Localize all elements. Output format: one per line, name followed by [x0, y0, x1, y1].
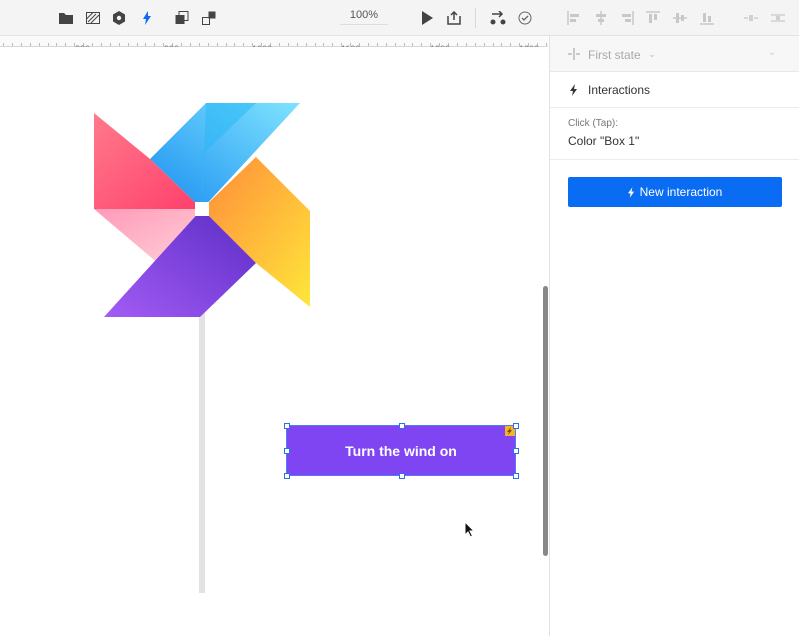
selection-handle[interactable]	[513, 423, 519, 429]
ruler-tick	[323, 43, 325, 46]
ruler-tick	[243, 43, 245, 46]
toolbar-divider	[475, 8, 476, 28]
canvas-scrollbar[interactable]	[543, 286, 548, 556]
interaction-bolt-icon[interactable]	[139, 10, 155, 26]
group-icon[interactable]	[201, 10, 217, 26]
ruler-tick	[305, 43, 307, 46]
selection-handle[interactable]	[399, 473, 405, 479]
ruler-tick	[545, 43, 547, 46]
selection-handle[interactable]	[284, 423, 290, 429]
ruler-tick	[465, 43, 467, 46]
flow-icon[interactable]	[490, 10, 506, 26]
share-icon[interactable]	[446, 10, 462, 26]
ruler-tick	[216, 43, 218, 46]
duplicate-icon[interactable]	[174, 10, 190, 26]
mouse-cursor-icon	[464, 521, 476, 538]
ruler-tick	[136, 43, 138, 46]
ruler-tick	[29, 43, 31, 46]
ruler-tick	[189, 43, 191, 46]
ruler-tick	[154, 43, 156, 46]
selection-handle[interactable]	[284, 448, 290, 454]
ruler-tick	[56, 43, 58, 46]
new-interaction-label: New interaction	[639, 185, 723, 199]
ruler-tick	[92, 43, 93, 46]
selection-handle[interactable]	[513, 473, 519, 479]
pinwheel-hub	[195, 202, 209, 216]
ruler-tick	[100, 43, 102, 46]
state-label: First state	[588, 48, 641, 62]
ruler-tick	[278, 43, 280, 46]
interactions-header: Interactions	[550, 72, 799, 108]
state-selector[interactable]: First state ⌄ ⌄	[550, 36, 799, 72]
ruler-tick	[109, 43, 111, 46]
ruler-tick	[145, 43, 147, 46]
distribute-h-icon[interactable]	[743, 10, 759, 26]
align-right-icon[interactable]	[619, 10, 635, 26]
ruler-tick	[492, 43, 494, 46]
ruler-tick	[198, 43, 200, 46]
align-top-icon[interactable]	[645, 10, 661, 26]
bolt-icon	[627, 186, 634, 198]
turn-wind-on-label: Turn the wind on	[345, 442, 457, 459]
ruler-tick	[314, 43, 316, 46]
ruler-tick	[403, 43, 405, 46]
zoom-level[interactable]: 100%	[340, 9, 388, 25]
check-circle-icon[interactable]	[517, 10, 533, 26]
ruler-tick	[118, 43, 120, 46]
toolbar: 100%	[0, 0, 799, 36]
ruler-tick	[225, 43, 227, 46]
ruler-tick	[412, 43, 414, 46]
ruler-tick	[376, 43, 378, 46]
align-bottom-icon[interactable]	[699, 10, 715, 26]
bolt-icon	[570, 84, 577, 96]
align-left-icon[interactable]	[566, 10, 582, 26]
layers-icon[interactable]	[85, 10, 101, 26]
selection-handle[interactable]	[513, 448, 519, 454]
ruler-tick	[456, 43, 458, 46]
ruler-tick	[367, 43, 369, 46]
interaction-item[interactable]: Click (Tap): Color "Box 1"	[550, 108, 799, 160]
selection-handle[interactable]	[284, 473, 290, 479]
component-icon[interactable]	[111, 10, 127, 26]
ruler-tick	[385, 43, 387, 46]
ruler-tick	[127, 43, 129, 46]
turn-wind-on-button[interactable]: Turn the wind on	[286, 425, 516, 476]
interactions-title: Interactions	[588, 83, 651, 97]
ruler-tick	[483, 43, 485, 46]
ruler-tick	[38, 43, 40, 46]
align-middle-icon[interactable]	[672, 10, 688, 26]
new-interaction-button[interactable]: New interaction	[568, 177, 782, 207]
play-icon[interactable]	[419, 10, 435, 26]
ruler-tick	[421, 43, 423, 46]
chevron-down-icon: ⌄	[648, 49, 656, 59]
properties-panel: First state ⌄ ⌄ Interactions Click (Tap)…	[549, 36, 799, 636]
ruler-tick	[207, 43, 209, 46]
ruler-tick	[510, 43, 512, 46]
chevron-down-icon[interactable]: ⌄	[768, 47, 776, 58]
align-center-icon[interactable]	[593, 10, 609, 26]
ruler-tick	[65, 43, 67, 46]
ruler-tick	[181, 43, 182, 46]
trigger-action: Color "Box 1"	[568, 134, 640, 148]
ruler-tick	[3, 43, 4, 46]
ruler-tick	[234, 43, 236, 46]
state-icon	[568, 48, 580, 60]
ruler-tick	[501, 43, 503, 46]
ruler-tick	[47, 43, 49, 46]
ruler-tick	[287, 43, 289, 46]
ruler-tick	[20, 43, 22, 46]
selection-handle[interactable]	[399, 423, 405, 429]
ruler-tick	[474, 43, 476, 46]
trigger-type: Click (Tap):	[568, 118, 619, 129]
distribute-v-icon[interactable]	[770, 10, 786, 26]
pinwheel-illustration[interactable]	[80, 95, 320, 595]
folder-icon[interactable]	[58, 10, 74, 26]
ruler-tick	[296, 43, 298, 46]
ruler-tick	[394, 43, 396, 46]
ruler-tick	[332, 43, 334, 46]
ruler-tick	[11, 43, 13, 46]
